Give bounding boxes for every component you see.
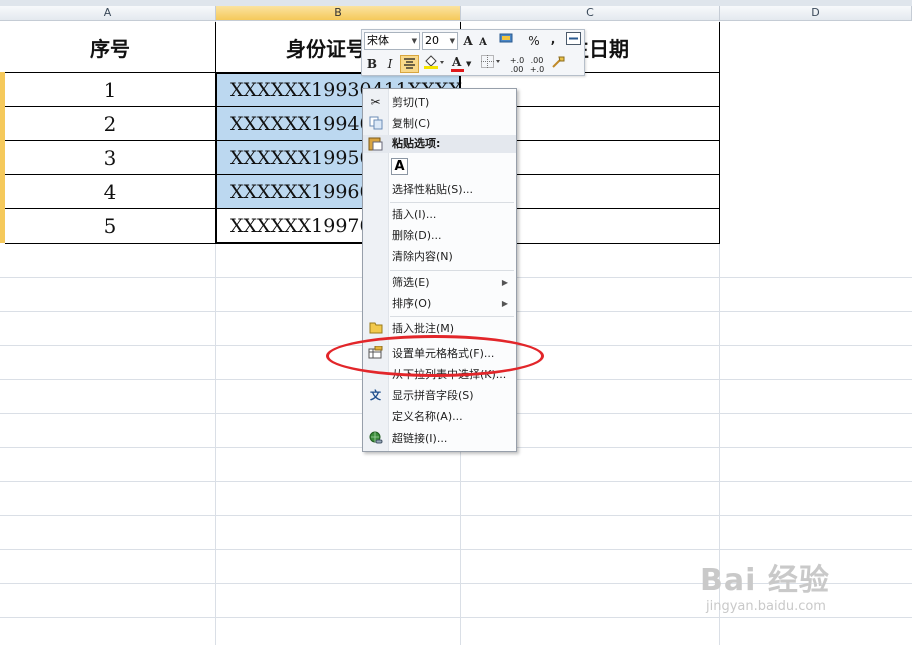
- accounting-icon: [499, 33, 513, 43]
- row-number-cell[interactable]: 4: [5, 175, 215, 209]
- merge-center-button[interactable]: [565, 32, 581, 50]
- mini-toolbar: 宋体 ▼ 20 ▼ A A % , B I A ▼ +.0 .00 .00 +.0: [361, 29, 585, 76]
- menu-item-paste-special[interactable]: 选择性粘贴(S)...: [363, 179, 516, 200]
- copy-icon: [368, 116, 383, 131]
- accounting-format-button[interactable]: [498, 32, 516, 50]
- row-number-cell[interactable]: 5: [5, 209, 215, 243]
- menu-item-cut[interactable]: ✂ 剪切(T): [363, 92, 516, 113]
- borders-icon: [481, 55, 500, 68]
- gridline: [0, 617, 912, 618]
- phonetic-icon: 文: [370, 389, 381, 402]
- menu-item-show-phonetic[interactable]: 文 显示拼音字段(S): [363, 385, 516, 406]
- gridline: [0, 549, 912, 550]
- format-painter-button[interactable]: [550, 55, 566, 73]
- menu-item-filter[interactable]: 筛选(E) ▶: [363, 272, 516, 293]
- percent-button[interactable]: %: [528, 32, 540, 50]
- center-align-button[interactable]: [400, 55, 419, 73]
- paste-values-button[interactable]: A: [391, 158, 408, 175]
- menu-separator: [390, 316, 514, 317]
- menu-item-hyperlink[interactable]: 超链接(I)...: [363, 428, 516, 449]
- align-center-icon: [404, 58, 415, 69]
- borders-button[interactable]: [480, 55, 502, 73]
- context-menu: ✂ 剪切(T) 复制(C) 粘贴选项: A 选择性粘贴(S)... 插入(I).…: [362, 88, 517, 452]
- gridline: [0, 515, 912, 516]
- column-header-c[interactable]: C: [461, 6, 720, 21]
- decrease-decimal-button[interactable]: .00 +.0: [528, 56, 546, 74]
- menu-item-sort[interactable]: 排序(O) ▶: [363, 293, 516, 314]
- watermark-brand: Bai 经验: [700, 563, 830, 598]
- font-color-button[interactable]: A ▼: [450, 55, 474, 73]
- merge-icon: [565, 32, 581, 45]
- paint-bucket-icon: [424, 55, 444, 69]
- baidu-watermark: Bai 经验 jingyan.baidu.com: [700, 555, 830, 614]
- comment-icon: [368, 321, 383, 336]
- table-border: [719, 22, 720, 244]
- chevron-down-icon: ▼: [466, 60, 472, 68]
- watermark-url: jingyan.baidu.com: [706, 599, 826, 614]
- row-number-cell[interactable]: 1: [5, 73, 215, 107]
- paste-options-header: 粘贴选项:: [363, 135, 516, 153]
- column-header-d[interactable]: D: [720, 6, 912, 21]
- chevron-down-icon: ▼: [411, 37, 417, 45]
- column-header-a[interactable]: A: [0, 6, 216, 21]
- grow-font-button[interactable]: A: [461, 32, 475, 50]
- menu-item-define-name[interactable]: 定义名称(A)...: [363, 406, 516, 427]
- header-cell-no[interactable]: 序号: [5, 22, 215, 72]
- scissors-icon: ✂: [370, 95, 381, 109]
- shrink-font-button[interactable]: A: [477, 34, 489, 52]
- globe-link-icon: [368, 431, 383, 446]
- submenu-arrow-icon: ▶: [501, 299, 508, 308]
- font-size-box[interactable]: 20 ▼: [422, 32, 458, 50]
- menu-item-copy[interactable]: 复制(C): [363, 113, 516, 134]
- menu-item-clear-contents[interactable]: 清除内容(N): [363, 246, 516, 267]
- column-header-b[interactable]: B: [216, 6, 461, 21]
- format-painter-icon: [551, 56, 564, 68]
- row-number-cell[interactable]: 2: [5, 107, 215, 141]
- font-name-box[interactable]: 宋体 ▼: [364, 32, 420, 50]
- gridline: [0, 481, 912, 482]
- menu-separator: [390, 202, 514, 203]
- row-number-cell[interactable]: 3: [5, 141, 215, 175]
- italic-button[interactable]: I: [384, 55, 396, 73]
- comma-button[interactable]: ,: [549, 30, 557, 48]
- chevron-down-icon: ▼: [449, 37, 455, 45]
- bold-button[interactable]: B: [365, 55, 379, 73]
- font-color-swatch: [451, 69, 464, 72]
- menu-item-insert[interactable]: 插入(I)...: [363, 204, 516, 225]
- highlight-ellipse: [326, 335, 544, 377]
- clipboard-icon: [368, 136, 383, 157]
- submenu-arrow-icon: ▶: [501, 278, 508, 287]
- menu-separator: [390, 270, 514, 271]
- fill-color-button[interactable]: [422, 55, 446, 73]
- increase-decimal-button[interactable]: +.0 .00: [508, 56, 526, 74]
- menu-item-delete[interactable]: 删除(D)...: [363, 225, 516, 246]
